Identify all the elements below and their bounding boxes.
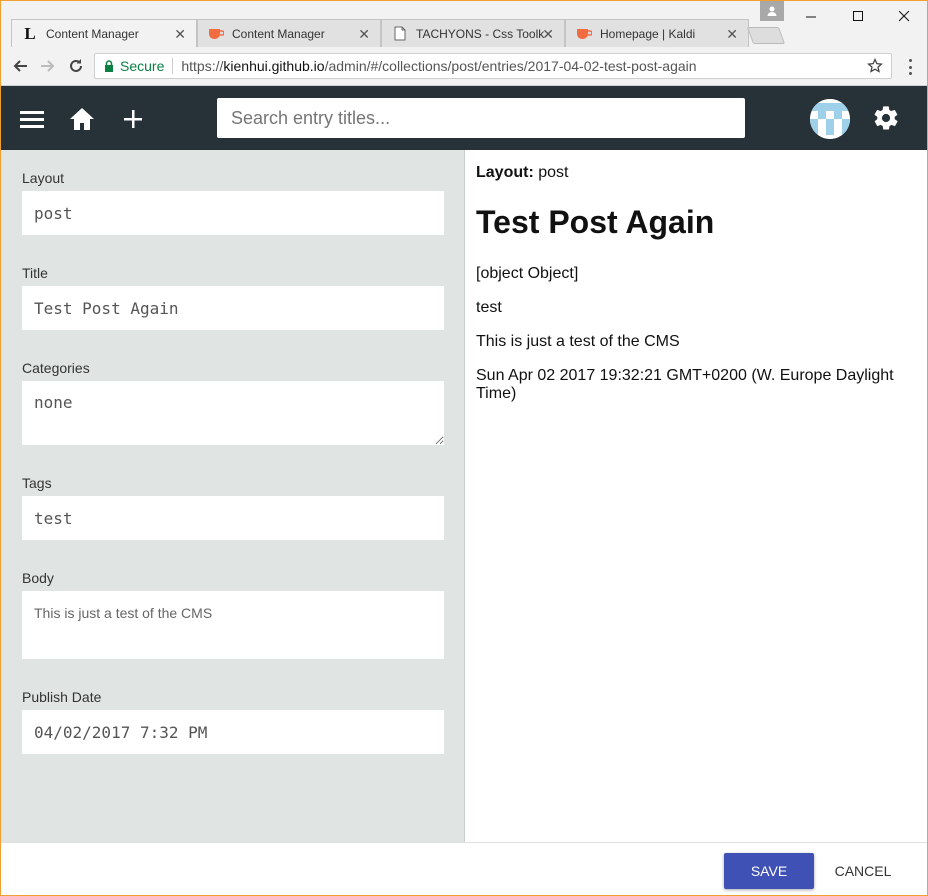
back-arrow-icon [13,60,27,72]
editor-pane: Layout Title Categories none Tags Body T… [1,150,465,842]
preview-date: Sun Apr 02 2017 19:32:21 GMT+0200 (W. Eu… [476,367,894,402]
plus-icon [124,110,142,128]
url-host: kienhui.github.io [223,58,325,74]
settings-button[interactable] [871,103,901,133]
forward-arrow-icon [41,60,55,72]
tags-field[interactable] [22,496,444,540]
tags-label: Tags [22,475,52,491]
user-avatar-icon [810,99,850,139]
layout-field[interactable] [22,191,444,235]
action-bar: SAVE CANCEL [1,842,927,895]
title-label: Title [22,265,48,281]
close-icon[interactable]: ✕ [174,26,186,43]
preview-categories: [object Object] [476,265,579,282]
preview-body: This is just a test of the CMS [476,333,680,350]
reload-button[interactable] [66,56,86,76]
body-field[interactable]: This is just a test of the CMS [22,591,444,659]
url-path: /admin/#/collections/post/entries/2017-0… [324,58,697,74]
publish-date-field[interactable] [22,710,444,754]
cancel-button[interactable]: CANCEL [821,853,905,889]
reload-icon [70,59,82,72]
maximize-button[interactable] [835,1,881,31]
coffee-cup-icon [576,26,592,42]
new-tab-button[interactable] [746,27,786,44]
close-icon[interactable]: ✕ [358,26,370,43]
publish-date-label: Publish Date [22,689,102,705]
save-button[interactable]: SAVE [724,853,814,889]
preview-layout-label: Layout: [476,164,534,181]
tab-tachyons[interactable]: TACHYONS - Css Toolk ✕ [381,19,565,47]
browser-menu-icon[interactable] [901,57,919,77]
minimize-icon [805,16,816,17]
categories-field[interactable]: none [22,381,444,445]
secure-label: Secure [120,58,165,74]
tab-content-manager[interactable]: Content Manager ✕ [197,19,381,47]
body-label: Body [22,570,54,586]
browser-window: L Content Manager ✕ Content Manager ✕ TA… [0,0,928,896]
preview-tags: test [476,299,502,316]
lock-icon [104,60,114,72]
app-header [1,86,927,150]
profile-button[interactable] [760,1,784,21]
url-text: https://kienhui.github.io/admin/#/collec… [181,58,696,74]
preview-title: Test Post Again [476,204,715,240]
back-button[interactable] [10,56,30,76]
preview-layout-value: post [538,164,569,181]
bookmark-star-icon[interactable] [867,57,883,77]
gear-icon [874,106,898,130]
url-bar[interactable]: Secure https://kienhui.github.io/admin/#… [94,53,892,79]
home-button[interactable] [69,106,95,132]
person-icon [767,6,777,16]
close-icon[interactable]: ✕ [542,26,554,43]
tab-strip: L Content Manager ✕ Content Manager ✕ TA… [1,1,927,47]
search-input[interactable] [217,98,745,138]
minimize-button[interactable] [788,1,834,31]
categories-label: Categories [22,360,90,376]
close-window-button[interactable] [881,1,927,31]
layout-label: Layout [22,170,65,186]
address-bar: Secure https://kienhui.github.io/admin/#… [1,47,927,86]
maximize-icon [852,10,863,21]
page-icon [392,26,408,42]
avatar[interactable] [810,99,850,139]
preview-pane: Layout: post Test Post Again [object Obj… [466,150,927,842]
l-letter-icon: L [24,23,36,43]
hamburger-icon [20,111,44,128]
menu-button[interactable] [19,106,45,132]
home-icon [70,108,94,130]
tab-content-manager-active[interactable]: L Content Manager ✕ [11,19,197,47]
url-prefix: https:// [181,58,224,74]
divider [172,58,174,74]
tab-homepage-kaldi[interactable]: Homepage | Kaldi ✕ [565,19,749,47]
close-icon[interactable]: ✕ [726,26,738,43]
coffee-cup-icon [208,26,224,42]
preview-layout: Layout: post [476,164,917,182]
title-field[interactable] [22,286,444,330]
forward-button[interactable] [38,56,58,76]
add-entry-button[interactable] [120,106,146,132]
close-icon [898,10,909,21]
